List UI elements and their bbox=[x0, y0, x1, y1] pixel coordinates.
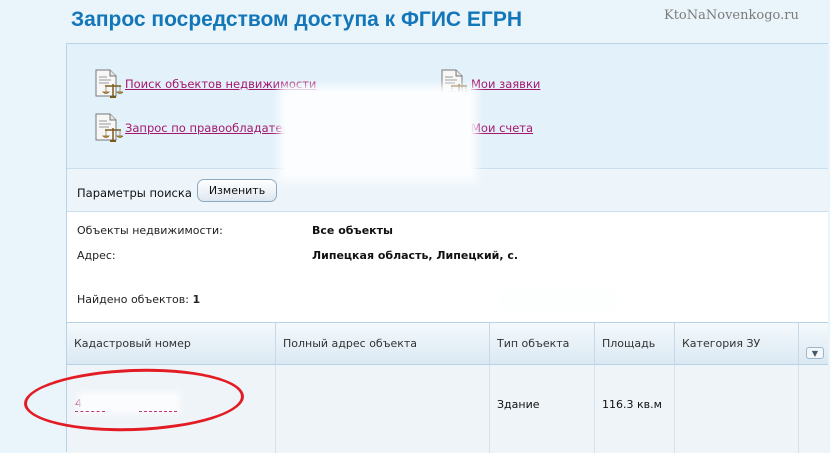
document-scales-icon bbox=[95, 113, 123, 142]
cell-area: 116.3 кв.м bbox=[595, 365, 675, 453]
cell-land-category bbox=[675, 365, 799, 453]
address-value: Липецкая область, Липецкий, с. bbox=[312, 249, 519, 262]
column-address[interactable]: Полный адрес объекта bbox=[276, 323, 490, 365]
found-count: Найдено объектов: 1 bbox=[77, 293, 200, 306]
link-my-requests-label[interactable]: Мои заявки bbox=[471, 77, 540, 91]
link-owner-request-label[interactable]: Запрос по правообладателю bbox=[125, 121, 299, 135]
column-area[interactable]: Площадь bbox=[595, 323, 675, 365]
address-redaction-blur bbox=[285, 92, 471, 176]
param-address-redaction-blur bbox=[503, 294, 613, 306]
column-cadastral-number[interactable]: Кадастровый номер bbox=[67, 323, 276, 365]
found-number: 1 bbox=[192, 293, 201, 306]
link-search-objects[interactable]: Поиск объектов недвижимости bbox=[91, 68, 316, 100]
address-label: Адрес: bbox=[77, 249, 116, 262]
page-title: Запрос посредством доступа к ФГИС ЕГРН bbox=[71, 8, 522, 31]
cell-object-type: Здание bbox=[490, 365, 595, 453]
link-my-invoices-label[interactable]: Мои счета bbox=[471, 121, 533, 135]
found-label: Найдено объектов: bbox=[77, 293, 189, 306]
document-scales-icon bbox=[95, 69, 123, 98]
cell-address bbox=[276, 365, 490, 453]
search-params-label: Параметры поиска bbox=[77, 186, 192, 200]
table-header: Кадастровый номер Полный адрес объекта Т… bbox=[67, 322, 828, 365]
object-type-value: Все объекты bbox=[312, 224, 393, 237]
column-land-category[interactable]: Категория ЗУ bbox=[675, 323, 799, 365]
object-type-text: Здание bbox=[497, 398, 540, 411]
link-search-objects-label[interactable]: Поиск объектов недвижимости bbox=[125, 77, 316, 91]
change-params-button[interactable]: Изменить bbox=[197, 179, 277, 202]
link-owner-request[interactable]: Запрос по правообладателю bbox=[91, 112, 299, 144]
watermark: KtoNaNovenkogo.ru bbox=[664, 8, 799, 23]
area-text: 116.3 кв.м bbox=[602, 398, 662, 411]
object-type-label: Объекты недвижимости: bbox=[77, 224, 223, 237]
column-object-type[interactable]: Тип объекта bbox=[490, 323, 595, 365]
chevron-down-icon[interactable]: ▼ bbox=[806, 347, 824, 359]
